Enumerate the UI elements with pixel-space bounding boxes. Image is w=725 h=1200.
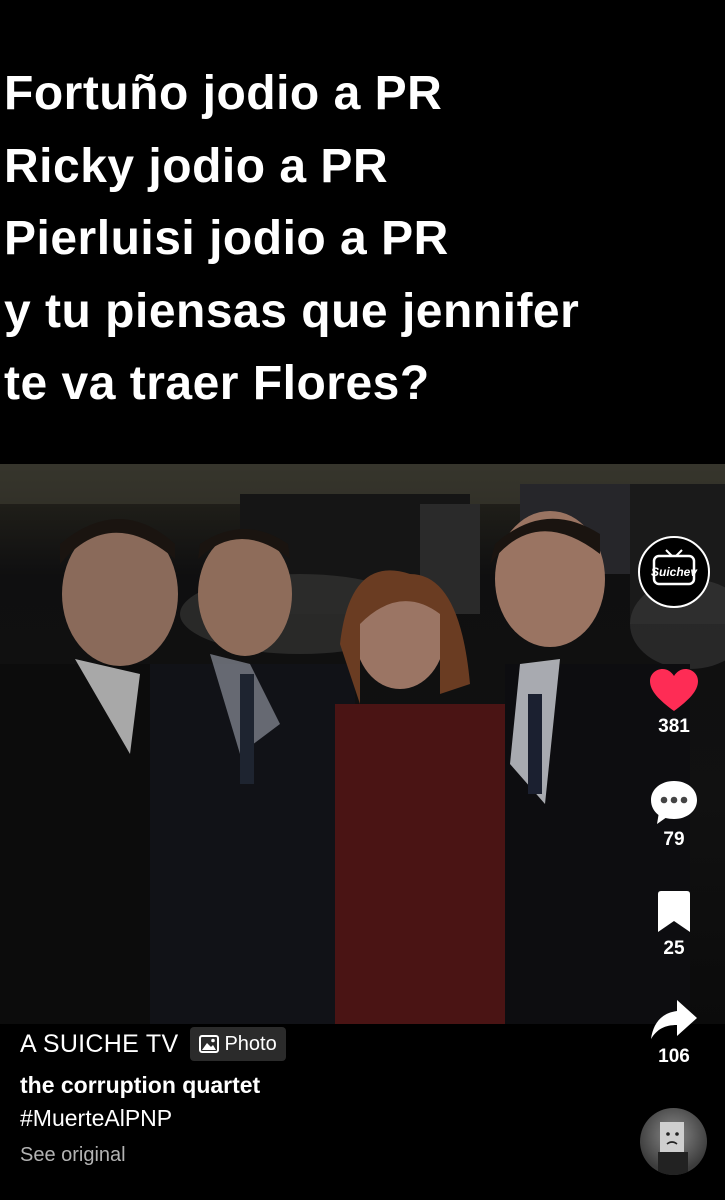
- bookmark-icon: [658, 891, 690, 932]
- see-original-link[interactable]: See original: [20, 1144, 620, 1167]
- tv-logo-icon: Suichev: [651, 549, 698, 586]
- heart-icon: [650, 669, 698, 711]
- post-photo[interactable]: [0, 464, 725, 1024]
- share-button[interactable]: 106: [636, 998, 712, 1068]
- like-count: 381: [658, 716, 690, 737]
- headline-line: Ricky jodio a PR: [4, 139, 389, 193]
- comment-button[interactable]: 79: [636, 779, 712, 851]
- image-icon: [199, 1035, 220, 1053]
- sound-avatar[interactable]: [640, 1108, 707, 1175]
- headline-text: Fortuño jodio a PR Ricky jodio a PR Pier…: [4, 58, 719, 421]
- share-arrow-icon: [651, 1000, 697, 1039]
- save-count: 25: [663, 938, 685, 959]
- like-button[interactable]: 381: [636, 668, 712, 738]
- headline-line: te va traer Flores?: [4, 357, 430, 410]
- channel-logo-text: Suichev: [651, 565, 698, 579]
- headline-line: y tu piensas que jennifer: [4, 284, 580, 338]
- comment-bubble-icon: [651, 781, 697, 824]
- post-meta: A SUICHE TV Photo the corruption quartet…: [20, 1024, 620, 1167]
- author-name[interactable]: A SUICHE TV: [20, 1030, 178, 1059]
- headline-line: Fortuño jodio a PR: [4, 67, 443, 120]
- hashtag-link[interactable]: #MuerteAlPNP: [20, 1105, 620, 1132]
- photo-badge-label: Photo: [224, 1032, 277, 1055]
- author-row: A SUICHE TV Photo: [20, 1024, 620, 1064]
- sad-face-icon: [658, 1122, 688, 1175]
- save-button[interactable]: 25: [636, 890, 712, 960]
- post-caption: the corruption quartet: [20, 1072, 261, 1098]
- comment-count: 79: [663, 829, 685, 850]
- photo-badge: Photo: [190, 1027, 286, 1061]
- headline-line: Pierluisi jodio a PR: [4, 212, 449, 265]
- channel-avatar[interactable]: Suichev: [638, 536, 710, 608]
- share-count: 106: [658, 1046, 690, 1067]
- group-photo-illustration: [0, 464, 725, 1024]
